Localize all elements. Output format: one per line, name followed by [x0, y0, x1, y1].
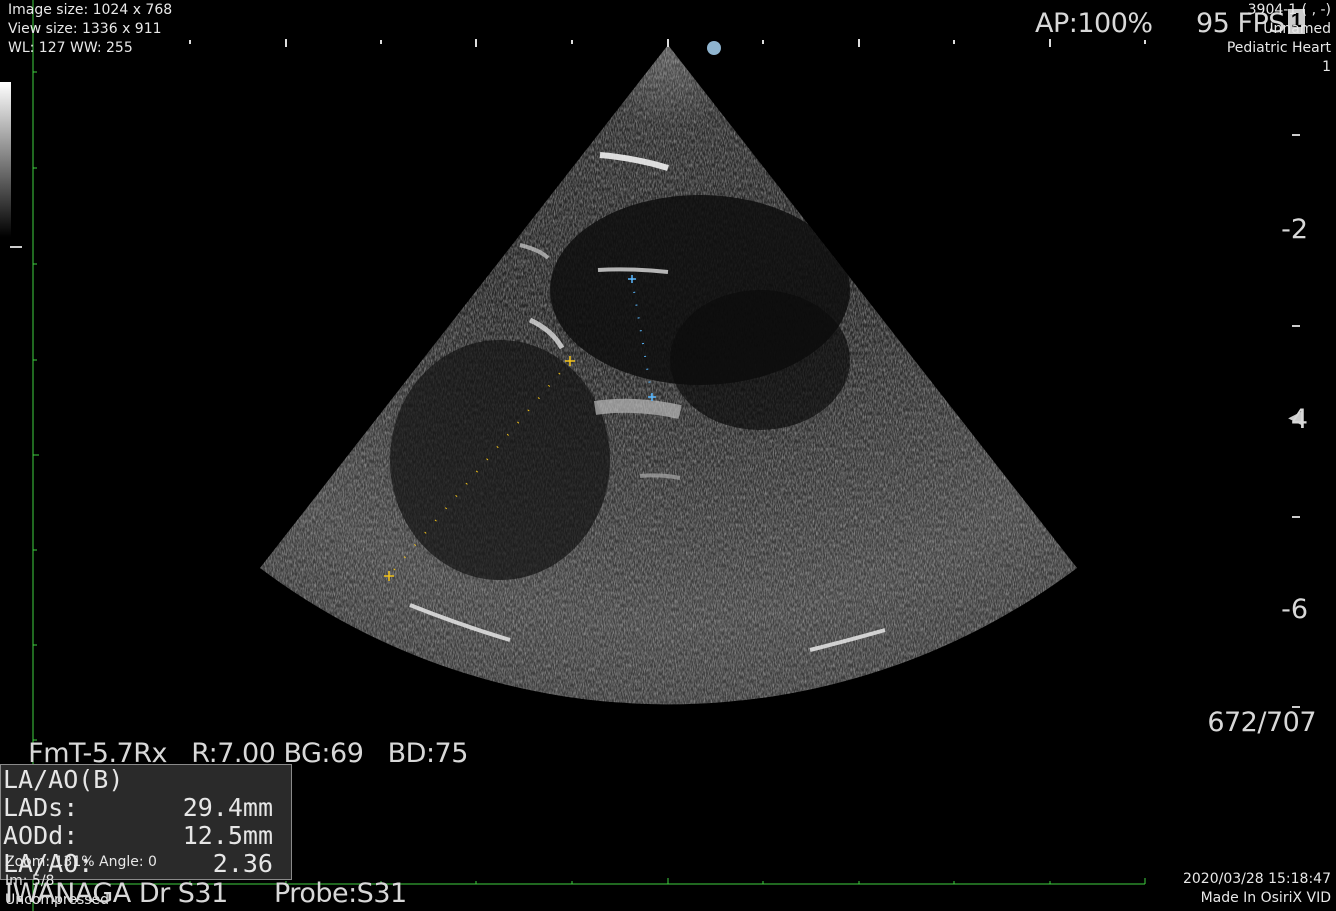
depth-tick — [1292, 134, 1300, 136]
wl-ww-text: WL: 127 WW: 255 — [8, 40, 133, 56]
measurement-label-lads: LADs: — [3, 793, 79, 822]
image-number-text: 1 — [1322, 59, 1331, 75]
measurement-label-aodd: AODd: — [3, 821, 79, 850]
study-desc-text: Pediatric Heart — [1226, 40, 1331, 56]
datetime-text: 2020/03/28 15:18:47 — [1182, 871, 1331, 887]
footer-info: 2020/03/28 15:18:47 Made In OsiriX VID — [1183, 870, 1331, 908]
image-info: Image size: 1024 x 768 View size: 1336 x… — [8, 1, 172, 58]
depth-label-6: -6 — [1281, 594, 1308, 625]
view-size-text: View size: 1336 x 911 — [8, 21, 162, 37]
probe-text: Probe:S31 — [274, 878, 407, 909]
measurement-value-aodd: 12.5mm — [182, 821, 273, 850]
depth-tick — [1292, 516, 1300, 518]
orientation-dot-icon — [707, 41, 721, 55]
bd-text: BD:75 — [387, 738, 469, 769]
ultrasound-sector — [260, 45, 1077, 705]
measurement-value-ratio: 2.36 — [212, 849, 273, 878]
depth-tick — [1292, 325, 1300, 327]
series-id-text: 3904-1 ( , -) — [1247, 2, 1331, 18]
lateral-scale-ticks — [189, 39, 1146, 47]
measurement-value-lads: 29.4mm — [182, 793, 273, 822]
patient-name-text: Unnamed — [1263, 21, 1331, 37]
image-size-text: Image size: 1024 x 768 — [8, 2, 173, 18]
made-in-text: Made In OsiriX VID — [1200, 890, 1331, 906]
depth-label-2: -2 — [1281, 214, 1308, 245]
frame-counter: 672/707 — [1207, 707, 1316, 738]
operator-text: IWANAGA Dr S31 — [5, 878, 228, 909]
acquisition-params: FmT-5.7Rx R:7.00 BG:69 BD:75 — [12, 707, 468, 769]
measurement-title: LA/AO(B) — [3, 765, 124, 794]
depth-label-4: 4 — [1290, 404, 1308, 435]
series-info: 3904-1 ( , -) Unnamed Pediatric Heart 1 — [1227, 1, 1331, 77]
bg-text: BG:69 — [283, 738, 364, 769]
ap-text: AP:100% — [1035, 8, 1153, 39]
grayscale-marker — [10, 246, 22, 248]
zoom-angle-text: Zoom: 131% Angle: 0 — [5, 854, 157, 870]
grayscale-bar — [0, 82, 11, 237]
